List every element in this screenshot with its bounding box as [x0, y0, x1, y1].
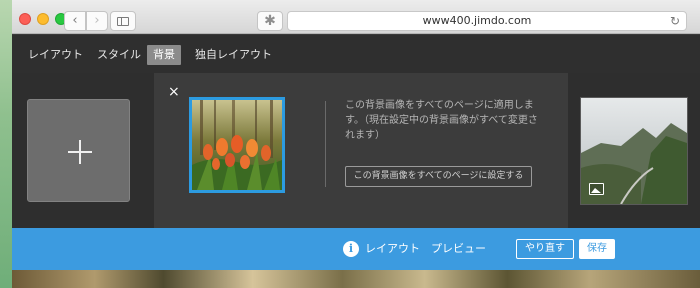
chevron-left-icon: ‹ — [72, 13, 78, 28]
sidebar-toggle-button[interactable] — [110, 11, 136, 31]
chevron-right-icon: › — [94, 13, 100, 28]
background-panel: × この背景画像をすべてのページに適用します。（現在設定中の背景画像がすべて変更… — [12, 73, 700, 228]
back-button[interactable]: ‹ — [64, 11, 86, 31]
design-menu: レイアウト スタイル 背景 独自レイアウト — [12, 35, 700, 73]
layout-preview-label: レイアウト プレビュー — [365, 242, 486, 255]
redo-button[interactable]: やり直す — [516, 239, 574, 259]
image-icon — [589, 183, 604, 195]
add-background-button[interactable] — [27, 99, 130, 202]
preview-bar: i レイアウト プレビュー やり直す 保存 — [12, 228, 700, 270]
add-column — [12, 73, 154, 228]
tulip-photo — [192, 100, 282, 190]
menu-item-background[interactable]: 背景 — [147, 45, 181, 65]
page-background-preview — [12, 270, 700, 288]
sidebar-icon — [117, 17, 129, 26]
forward-button[interactable]: › — [86, 11, 108, 31]
close-icon[interactable]: × — [168, 85, 180, 99]
info-icon[interactable]: i — [343, 241, 359, 257]
puzzle-icon: ✱ — [264, 13, 276, 29]
minimize-window-button[interactable] — [37, 13, 49, 25]
menu-item-custom-layout[interactable]: 独自レイアウト — [189, 45, 278, 65]
panel-divider — [325, 101, 326, 187]
browser-toolbar: ‹ › ✱ www400.jimdo.com ↻ — [12, 0, 700, 34]
selected-background-thumbnail[interactable] — [189, 97, 285, 193]
next-background-column — [568, 73, 700, 228]
apply-to-all-pages-button[interactable]: この背景画像をすべてのページに設定する — [345, 166, 532, 187]
url-text: www400.jimdo.com — [422, 14, 532, 27]
save-button[interactable]: 保存 — [579, 239, 615, 259]
browser-window: ‹ › ✱ www400.jimdo.com ↻ レイアウト スタイル 背景 独… — [12, 0, 700, 288]
close-window-button[interactable] — [19, 13, 31, 25]
next-background-thumbnail[interactable] — [580, 97, 688, 205]
address-bar[interactable]: www400.jimdo.com ↻ — [287, 11, 687, 31]
apply-all-description: この背景画像をすべてのページに適用します。（現在設定中の背景画像がすべて変更され… — [345, 100, 538, 141]
menu-item-style[interactable]: スタイル — [91, 45, 147, 65]
extension-button[interactable]: ✱ — [257, 11, 283, 31]
reload-icon[interactable]: ↻ — [670, 12, 680, 30]
menu-item-layout[interactable]: レイアウト — [22, 45, 89, 65]
